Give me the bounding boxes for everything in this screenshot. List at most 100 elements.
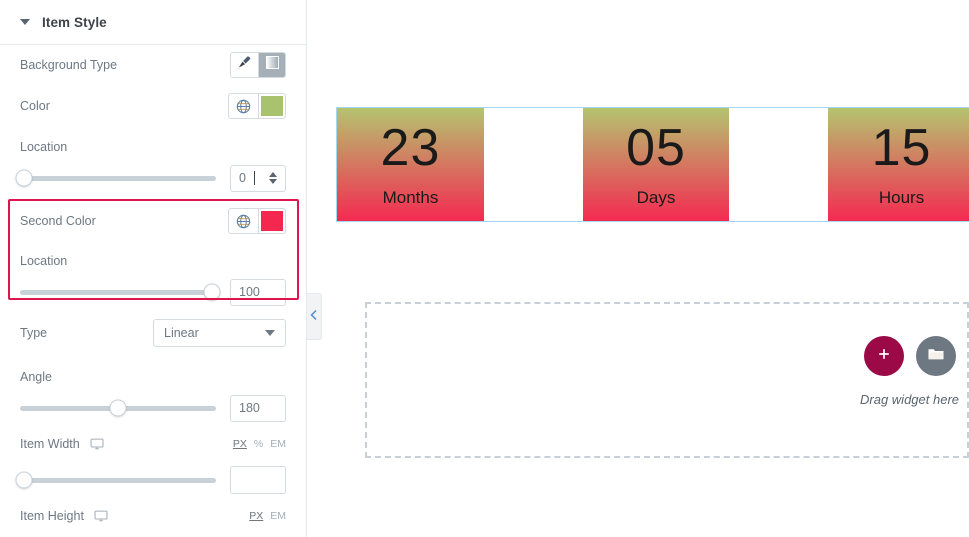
angle-label: Angle [20, 370, 52, 384]
stepper-down-icon[interactable] [268, 179, 277, 184]
panel-body: Background Type Color Location 0 Second … [0, 45, 306, 537]
background-type-toggle-group[interactable] [230, 52, 286, 78]
second-location-value: 100 [239, 285, 260, 299]
second-location-label-row: Location [20, 241, 286, 275]
color-control[interactable] [228, 93, 286, 119]
drop-zone-hint-text: Drag widget here [860, 392, 959, 407]
item-height-label: Item Height [20, 509, 84, 523]
drop-zone-buttons [863, 336, 956, 376]
second-color-swatch-fill [261, 211, 283, 231]
countdown-gap [729, 108, 829, 221]
editor-canvas: 23 Months 05 Days 15 Hours Drag widget h… [308, 0, 969, 537]
slider-knob[interactable] [109, 399, 127, 417]
item-width-units[interactable]: PX % EM [233, 438, 286, 450]
countdown-digits: 23 [380, 118, 441, 177]
folder-icon [927, 346, 945, 367]
chevron-left-icon [310, 308, 318, 326]
item-width-label-group: Item Width [20, 437, 104, 451]
angle-slider-row: 180 [20, 391, 286, 425]
unit-percent[interactable]: % [254, 438, 263, 450]
countdown-item-days[interactable]: 05 Days [582, 108, 730, 221]
unit-px[interactable]: PX [233, 438, 247, 450]
style-settings-panel: Item Style Background Type Color Locatio… [0, 0, 307, 537]
globe-icon[interactable] [229, 94, 258, 118]
countdown-digits: 15 [871, 118, 932, 177]
item-width-label: Item Width [20, 437, 80, 451]
item-width-header-row: Item Width PX % EM [20, 425, 286, 463]
countdown-gap [483, 108, 583, 221]
globe-icon[interactable] [229, 209, 258, 233]
second-color-row: Second Color [20, 201, 286, 241]
background-type-label: Background Type [20, 58, 118, 72]
color-location-slider[interactable] [15, 168, 216, 188]
item-width-slider[interactable] [15, 470, 216, 490]
countdown-digits: 05 [626, 118, 686, 177]
color-location-slider-row: 0 [15, 161, 286, 195]
elementor-editor: Item Style Background Type Color Locatio… [0, 0, 969, 537]
unit-em[interactable]: EM [270, 438, 286, 450]
second-color-control[interactable] [228, 208, 286, 234]
color-location-label-row: Location [20, 127, 286, 161]
drop-zone-content: Drag widget here [860, 336, 959, 407]
second-color-label: Second Color [20, 214, 96, 228]
item-height-units[interactable]: PX EM [249, 510, 286, 522]
angle-input[interactable]: 180 [230, 394, 286, 422]
angle-slider[interactable] [20, 398, 216, 418]
gradient-type-label: Type [20, 326, 48, 340]
slider-knob[interactable] [15, 169, 33, 187]
background-type-row: Background Type [20, 45, 286, 85]
gradient-type-row: Type Linear [20, 309, 286, 357]
second-location-slider-row: 100 [20, 275, 286, 309]
desktop-monitor-icon[interactable] [90, 437, 104, 451]
text-cursor [254, 171, 256, 185]
color-location-value: 0 [239, 171, 246, 185]
gradient-square-icon [265, 56, 279, 74]
angle-value: 180 [239, 401, 260, 415]
countdown-label: Hours [878, 187, 925, 207]
countdown-items: 23 Months 05 Days 15 Hours [337, 108, 969, 221]
slider-knob[interactable] [203, 283, 221, 301]
template-library-button[interactable] [915, 336, 956, 376]
countdown-item-months[interactable]: 23 Months [337, 108, 484, 221]
gradient-type-value: Linear [164, 326, 199, 340]
slider-track [20, 289, 216, 295]
paint-brush-icon [237, 55, 252, 75]
page-title: Item Style [42, 14, 107, 30]
unit-em[interactable]: EM [270, 510, 286, 522]
panel-section-header[interactable]: Item Style [0, 0, 306, 45]
second-location-input[interactable]: 100 [230, 278, 286, 306]
background-type-classic-button[interactable] [231, 53, 258, 77]
slider-track [20, 477, 216, 483]
second-location-slider[interactable] [20, 282, 221, 302]
updown-stepper-icon[interactable] [263, 166, 283, 191]
chevron-down-icon[interactable] [265, 330, 275, 336]
second-color-swatch[interactable] [258, 209, 285, 233]
item-width-input[interactable] [230, 466, 286, 494]
caret-down-icon[interactable] [20, 19, 30, 25]
desktop-monitor-icon[interactable] [94, 509, 108, 523]
gradient-type-select[interactable]: Linear [153, 319, 286, 347]
slider-knob[interactable] [15, 471, 33, 489]
item-height-label-group: Item Height [20, 509, 108, 523]
second-location-label: Location [20, 254, 68, 268]
color-location-label: Location [20, 140, 68, 154]
panel-collapse-handle[interactable] [307, 293, 322, 340]
add-widget-button[interactable] [863, 336, 904, 376]
countdown-item-hours[interactable]: 15 Hours [828, 108, 969, 221]
item-height-header-row: Item Height PX EM [20, 497, 286, 535]
stepper-up-icon[interactable] [268, 172, 277, 177]
plus-icon [877, 347, 891, 366]
countdown-label: Months [382, 187, 439, 207]
color-location-input[interactable]: 0 [230, 164, 286, 192]
background-type-gradient-button[interactable] [258, 53, 285, 77]
color-row: Color [20, 85, 286, 127]
color-swatch[interactable] [258, 94, 285, 118]
slider-track [20, 175, 216, 181]
color-swatch-fill [261, 96, 283, 116]
countdown-label: Days [636, 187, 676, 207]
unit-px[interactable]: PX [249, 510, 263, 522]
countdown-widget[interactable]: 23 Months 05 Days 15 Hours [336, 107, 969, 222]
angle-label-row: Angle [20, 357, 286, 391]
item-width-slider-row [15, 463, 286, 497]
widget-drop-zone[interactable]: Drag widget here [365, 302, 969, 458]
